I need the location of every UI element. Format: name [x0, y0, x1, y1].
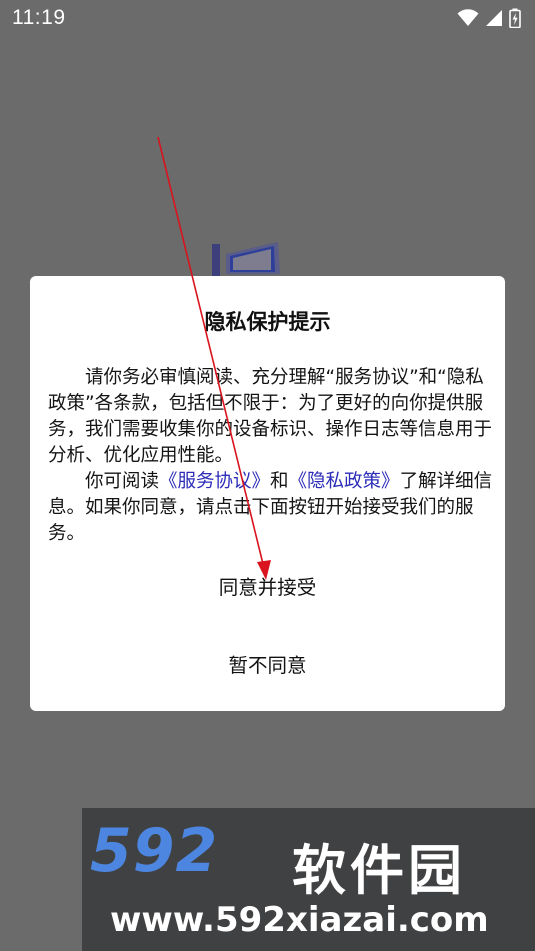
wifi-icon [457, 9, 479, 26]
and-text: 和 [270, 471, 289, 492]
watermark-logo: 592 [90, 816, 219, 886]
service-agreement-link[interactable]: 《服务协议》 [159, 471, 270, 492]
status-bar: 11:19 [0, 0, 535, 36]
links-paragraph: 你可阅读《服务协议》和《隐私政策》了解详细信息。如果你同意，请点击下面按钮开始接… [48, 469, 494, 547]
disagree-button[interactable]: 暂不同意 [30, 649, 505, 678]
dialog-title: 隐私保护提示 [204, 310, 331, 334]
status-time: 11:19 [12, 6, 66, 29]
watermark-name: 软件园 [292, 839, 466, 902]
battery-icon [509, 8, 521, 28]
watermark-url: www.592xiazai.com [110, 900, 489, 940]
policy-paragraph: 请你务必审慎阅读、充分理解“服务协议”和“隐私政策”各条款，包括但不限于：为了更… [48, 367, 493, 466]
agree-button[interactable]: 同意并接受 [30, 571, 505, 600]
app-illustration-icon [212, 242, 280, 280]
watermark-banner: 592 软件园 www.592xiazai.com [82, 808, 535, 951]
status-icons [457, 7, 521, 29]
privacy-dialog: 隐私保护提示 请你务必审慎阅读、充分理解“服务协议”和“隐私政策”各条款，包括但… [30, 276, 505, 711]
privacy-policy-link[interactable]: 《隐私政策》 [289, 471, 400, 492]
signal-icon [486, 10, 502, 26]
dialog-body: 请你务必审慎阅读、充分理解“服务协议”和“隐私政策”各条款，包括但不限于：为了更… [48, 365, 494, 547]
read-prefix: 你可阅读 [85, 471, 160, 492]
